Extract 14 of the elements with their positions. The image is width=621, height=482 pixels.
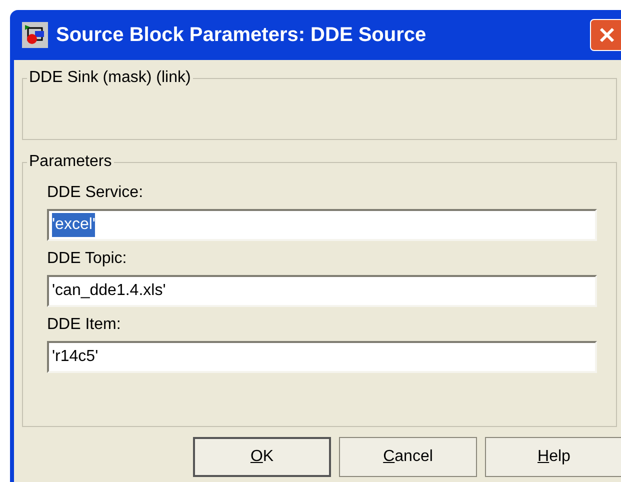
close-icon bbox=[598, 26, 616, 44]
field-label: DDE Item: bbox=[47, 315, 122, 335]
field-label: DDE Topic: bbox=[47, 249, 128, 269]
input-field[interactable]: 'can_dde1.4.xls' bbox=[47, 275, 597, 307]
window-title: Source Block Parameters: DDE Source bbox=[56, 23, 426, 48]
group-title: DDE Sink (mask) (link) bbox=[27, 68, 193, 88]
field-label: DDE Service: bbox=[47, 183, 144, 203]
close-button[interactable] bbox=[590, 19, 621, 51]
input-field[interactable]: 'r14c5' bbox=[47, 341, 597, 373]
dialog-button[interactable]: Cancel bbox=[339, 437, 477, 477]
block-icon bbox=[22, 22, 48, 48]
dialog-button[interactable]: OK bbox=[193, 437, 331, 477]
dialog-button[interactable]: Help bbox=[485, 437, 621, 477]
input-field[interactable]: 'excel' bbox=[47, 209, 597, 241]
